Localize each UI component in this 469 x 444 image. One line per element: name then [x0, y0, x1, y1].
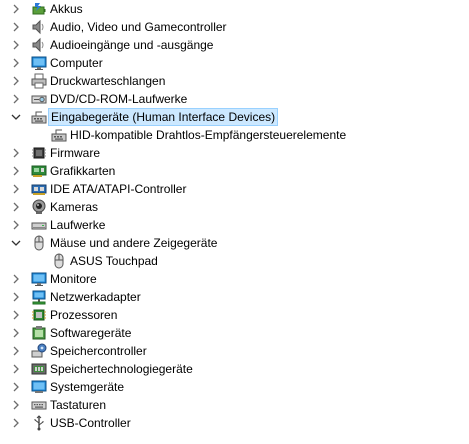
tree-item-label: Akkus [50, 2, 83, 16]
tree-item-label: Monitore [50, 272, 97, 286]
tree-item-mäuse-und-andere-zeigegeräte[interactable]: Mäuse und andere Zeigegeräte [0, 234, 469, 252]
disk-drive-icon [31, 217, 47, 233]
chevron-right-icon[interactable] [8, 199, 24, 215]
tree-item-ide-ata-atapi-controller[interactable]: IDE ATA/ATAPI-Controller [0, 180, 469, 198]
chevron-down-icon[interactable] [8, 109, 24, 125]
chevron-right-icon[interactable] [8, 343, 24, 359]
memory-technology-icon [31, 361, 47, 377]
software-device-icon [31, 325, 47, 341]
processor-icon [31, 307, 47, 323]
tree-item-label: Eingabegeräte (Human Interface Devices) [48, 108, 279, 126]
tree-item-label: Audioeingänge und -ausgänge [50, 38, 214, 52]
tree-item-firmware[interactable]: Firmware [0, 144, 469, 162]
tree-item-label: Firmware [50, 146, 100, 160]
tree-item-kameras[interactable]: Kameras [0, 198, 469, 216]
storage-controller-icon [31, 343, 47, 359]
mouse-icon [51, 253, 67, 269]
hid-icon [31, 109, 47, 125]
chevron-right-icon[interactable] [8, 55, 24, 71]
tree-item-softwaregeräte[interactable]: Softwaregeräte [0, 324, 469, 342]
chevron-right-icon[interactable] [8, 397, 24, 413]
tree-item-label: IDE ATA/ATAPI-Controller [50, 182, 187, 196]
tree-item-label: Tastaturen [50, 398, 107, 412]
tree-item-label: Audio, Video und Gamecontroller [50, 20, 227, 34]
chevron-right-icon[interactable] [8, 325, 24, 341]
display-adapter-icon [31, 163, 47, 179]
tree-item-label: Speichercontroller [50, 344, 147, 358]
tree-item-label: Speichertechnologiegeräte [50, 362, 193, 376]
tree-item-eingabegeräte-human-interface-devices[interactable]: Eingabegeräte (Human Interface Devices) [0, 108, 469, 126]
speaker-icon [31, 19, 47, 35]
tree-item-speichertechnologiegeräte[interactable]: Speichertechnologiegeräte [0, 360, 469, 378]
tree-item-audio-video-und-gamecontroller[interactable]: Audio, Video und Gamecontroller [0, 18, 469, 36]
chip-icon [31, 145, 47, 161]
tree-item-speichercontroller[interactable]: Speichercontroller [0, 342, 469, 360]
tree-item-tastaturen[interactable]: Tastaturen [0, 396, 469, 414]
tree-item-prozessoren[interactable]: Prozessoren [0, 306, 469, 324]
tree-item-netzwerkadapter[interactable]: Netzwerkadapter [0, 288, 469, 306]
mouse-icon [31, 235, 47, 251]
tree-item-druckwarteschlangen[interactable]: Druckwarteschlangen [0, 72, 469, 90]
monitor-icon [31, 55, 47, 71]
tree-item-hid-kompatible-drahtlos-empfängersteuerelemente[interactable]: HID-kompatible Drahtlos-Empfängersteuere… [0, 126, 469, 144]
tree-item-audioeingänge-und-ausgänge[interactable]: Audioeingänge und -ausgänge [0, 36, 469, 54]
monitor-icon [31, 271, 47, 287]
chevron-right-icon[interactable] [8, 1, 24, 17]
chevron-right-icon[interactable] [8, 415, 24, 431]
chevron-right-icon[interactable] [8, 289, 24, 305]
tree-item-usb-controller[interactable]: USB-Controller [0, 414, 469, 432]
chevron-right-icon[interactable] [8, 163, 24, 179]
tree-item-dvd-cd-rom-laufwerke[interactable]: DVD/CD-ROM-Laufwerke [0, 90, 469, 108]
tree-item-grafikkarten[interactable]: Grafikkarten [0, 162, 469, 180]
chevron-right-icon[interactable] [8, 19, 24, 35]
tree-item-label: Netzwerkadapter [50, 290, 141, 304]
tree-item-systemgeräte[interactable]: Systemgeräte [0, 378, 469, 396]
speaker-icon [31, 37, 47, 53]
tree-item-label: Kameras [50, 200, 99, 214]
tree-item-label: Prozessoren [50, 308, 118, 322]
battery-icon [31, 1, 47, 17]
tree-item-laufwerke[interactable]: Laufwerke [0, 216, 469, 234]
tree-item-label: Laufwerke [50, 218, 106, 232]
tree-item-label: Computer [50, 56, 103, 70]
tree-item-monitore[interactable]: Monitore [0, 270, 469, 288]
ide-controller-icon [31, 181, 47, 197]
tree-item-label: HID-kompatible Drahtlos-Empfängersteuere… [70, 128, 347, 142]
chevron-right-icon[interactable] [8, 181, 24, 197]
tree-item-label: USB-Controller [50, 416, 131, 430]
printer-icon [31, 73, 47, 89]
chevron-right-icon[interactable] [8, 307, 24, 323]
tree-item-label: Systemgeräte [50, 380, 125, 394]
usb-icon [31, 415, 47, 431]
device-tree: Akkus Audio, Video und Gamecontroller Audi… [0, 0, 469, 444]
chevron-right-icon[interactable] [8, 73, 24, 89]
chevron-right-icon[interactable] [8, 145, 24, 161]
tree-item-label: ASUS Touchpad [70, 254, 158, 268]
tree-item-label: DVD/CD-ROM-Laufwerke [50, 92, 188, 106]
chevron-right-icon[interactable] [8, 217, 24, 233]
tree-item-label: Softwaregeräte [50, 326, 132, 340]
optical-drive-icon [31, 91, 47, 107]
tree-item-akkus[interactable]: Akkus [0, 0, 469, 18]
chevron-right-icon[interactable] [8, 91, 24, 107]
tree-item-label: Druckwarteschlangen [50, 74, 166, 88]
chevron-down-icon[interactable] [8, 235, 24, 251]
network-icon [31, 289, 47, 305]
chevron-right-icon[interactable] [8, 361, 24, 377]
hid-icon [51, 127, 67, 143]
chevron-right-icon[interactable] [8, 37, 24, 53]
chevron-right-icon[interactable] [8, 379, 24, 395]
keyboard-icon [31, 397, 47, 413]
camera-icon [31, 199, 47, 215]
tree-item-label: Mäuse und andere Zeigegeräte [50, 236, 218, 250]
chevron-right-icon[interactable] [8, 271, 24, 287]
tree-item-computer[interactable]: Computer [0, 54, 469, 72]
tree-item-label: Grafikkarten [50, 164, 116, 178]
tree-item-asus-touchpad[interactable]: ASUS Touchpad [0, 252, 469, 270]
system-device-icon [31, 379, 47, 395]
